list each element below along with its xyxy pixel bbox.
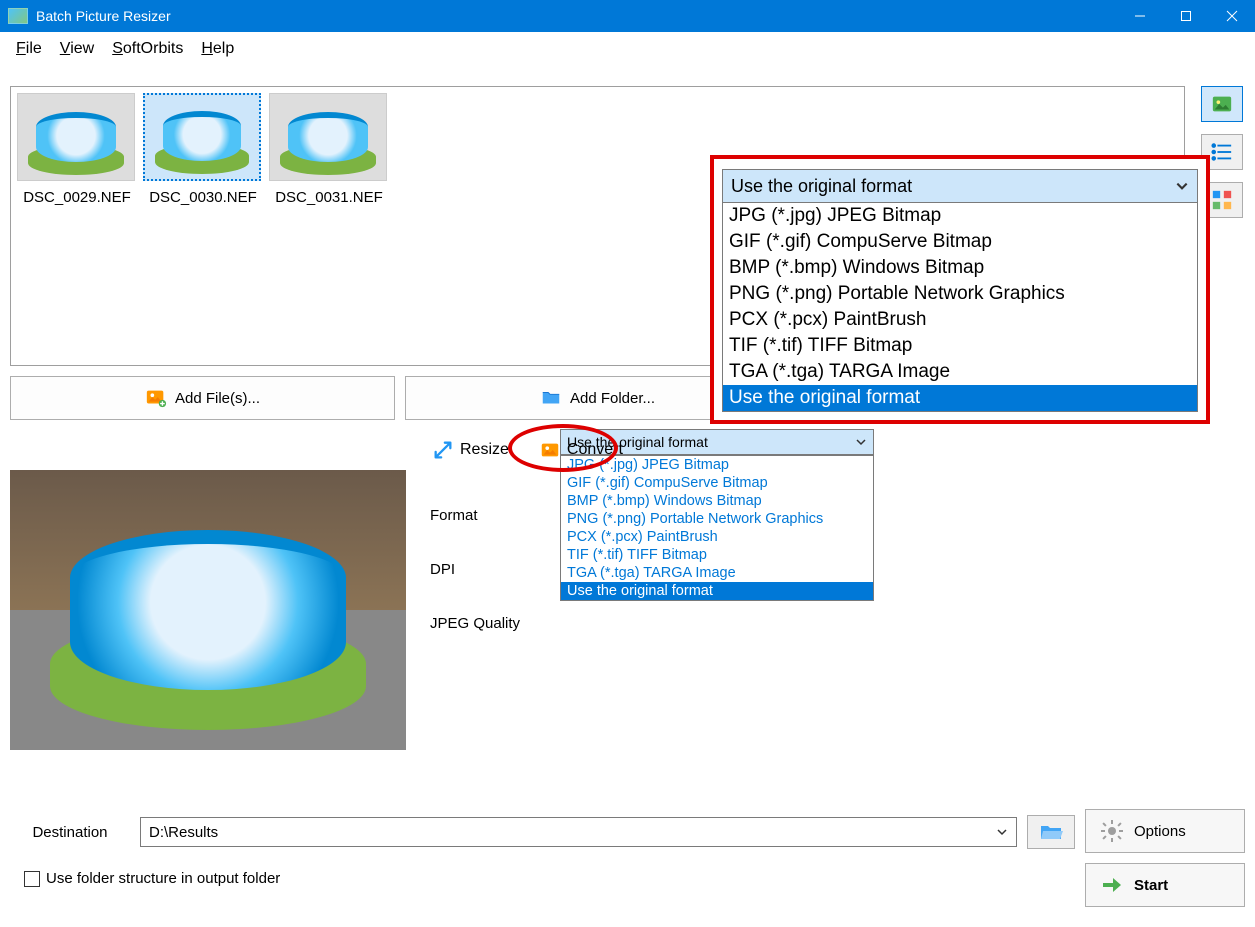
window-title: Batch Picture Resizer — [36, 8, 171, 24]
overlay-format-option[interactable]: Use the original format — [723, 385, 1197, 411]
menu-file[interactable]: File — [8, 36, 50, 62]
jpeg-quality-label: JPEG Quality — [430, 615, 560, 632]
annotation-format-overlay: Use the original format JPG (*.jpg) JPEG… — [710, 155, 1210, 424]
convert-icon — [539, 439, 561, 461]
format-option[interactable]: Use the original format — [561, 582, 873, 600]
overlay-format-option[interactable]: TGA (*.tga) TARGA Image — [723, 359, 1197, 385]
close-button[interactable] — [1209, 0, 1255, 32]
thumbnail-filename: DSC_0029.NEF — [17, 189, 137, 206]
dpi-label: DPI — [430, 561, 560, 578]
chevron-down-icon — [1175, 179, 1189, 193]
overlay-format-option[interactable]: PCX (*.pcx) PaintBrush — [723, 307, 1197, 333]
gear-icon — [1100, 819, 1124, 843]
menu-softorbits[interactable]: SoftOrbits — [104, 36, 191, 62]
folder-open-icon — [1039, 822, 1063, 842]
format-label: Format — [430, 507, 560, 524]
preview-pane — [10, 430, 406, 790]
start-arrow-icon — [1100, 873, 1124, 897]
tab-convert[interactable]: Convert — [533, 435, 629, 465]
tab-resize[interactable]: Resize — [426, 435, 515, 465]
chevron-down-icon — [855, 436, 867, 448]
overlay-format-option[interactable]: TIF (*.tif) TIFF Bitmap — [723, 333, 1197, 359]
use-folder-structure-row[interactable]: Use folder structure in output folder — [24, 870, 280, 887]
overlay-format-option[interactable]: JPG (*.jpg) JPEG Bitmap — [723, 203, 1197, 229]
minimize-button[interactable] — [1117, 0, 1163, 32]
add-files-button[interactable]: Add File(s)... — [10, 376, 395, 420]
format-option[interactable]: BMP (*.bmp) Windows Bitmap — [561, 492, 873, 510]
use-folder-structure-label: Use folder structure in output folder — [46, 870, 280, 887]
thumbnail-item[interactable]: DSC_0031.NEF — [269, 93, 389, 206]
add-folder-label: Add Folder... — [570, 390, 655, 407]
destination-label: Destination — [10, 824, 130, 841]
settings-tabs: Resize Convert Rotate Format Use the ori… — [420, 430, 1187, 844]
format-option[interactable]: TGA (*.tga) TARGA Image — [561, 564, 873, 582]
add-files-label: Add File(s)... — [175, 390, 260, 407]
menu-view[interactable]: View — [52, 36, 102, 62]
app-icon — [8, 8, 28, 24]
destination-row: Destination D:\Results — [10, 815, 1245, 849]
overlay-format-option[interactable]: BMP (*.bmp) Windows Bitmap — [723, 255, 1197, 281]
overlay-format-option[interactable]: GIF (*.gif) CompuServe Bitmap — [723, 229, 1197, 255]
overlay-format-select[interactable]: Use the original format — [722, 169, 1198, 203]
preview-image — [10, 470, 406, 750]
start-button[interactable]: Start — [1085, 863, 1245, 907]
menu-help[interactable]: Help — [193, 36, 242, 62]
use-folder-structure-checkbox[interactable] — [24, 871, 40, 887]
destination-browse-button[interactable] — [1027, 815, 1075, 849]
image-plus-icon — [145, 387, 167, 409]
options-button[interactable]: Options — [1085, 809, 1245, 853]
menu-bar: File View SoftOrbits Help — [0, 32, 1255, 66]
title-bar: Batch Picture Resizer — [0, 0, 1255, 32]
format-option[interactable]: PCX (*.pcx) PaintBrush — [561, 528, 873, 546]
chevron-down-icon — [996, 826, 1008, 838]
format-option[interactable]: PNG (*.png) Portable Network Graphics — [561, 510, 873, 528]
thumbnail-item[interactable]: DSC_0029.NEF — [17, 93, 137, 206]
overlay-format-list[interactable]: JPG (*.jpg) JPEG Bitmap GIF (*.gif) Comp… — [722, 203, 1198, 412]
thumbnail-filename: DSC_0030.NEF — [143, 189, 263, 206]
overlay-format-option[interactable]: PNG (*.png) Portable Network Graphics — [723, 281, 1197, 307]
thumbnail-item[interactable]: DSC_0030.NEF — [143, 93, 263, 206]
resize-icon — [432, 439, 454, 461]
format-option[interactable]: TIF (*.tif) TIFF Bitmap — [561, 546, 873, 564]
destination-select[interactable]: D:\Results — [140, 817, 1017, 847]
thumbnail-filename: DSC_0031.NEF — [269, 189, 389, 206]
format-dropdown-list[interactable]: JPG (*.jpg) JPEG Bitmap GIF (*.gif) Comp… — [560, 455, 874, 601]
maximize-button[interactable] — [1163, 0, 1209, 32]
format-option[interactable]: GIF (*.gif) CompuServe Bitmap — [561, 474, 873, 492]
tab-convert-content: Format Use the original format JPG (*.jp… — [420, 470, 1187, 668]
view-thumbnails-button[interactable] — [1201, 86, 1243, 122]
folder-icon — [540, 387, 562, 409]
